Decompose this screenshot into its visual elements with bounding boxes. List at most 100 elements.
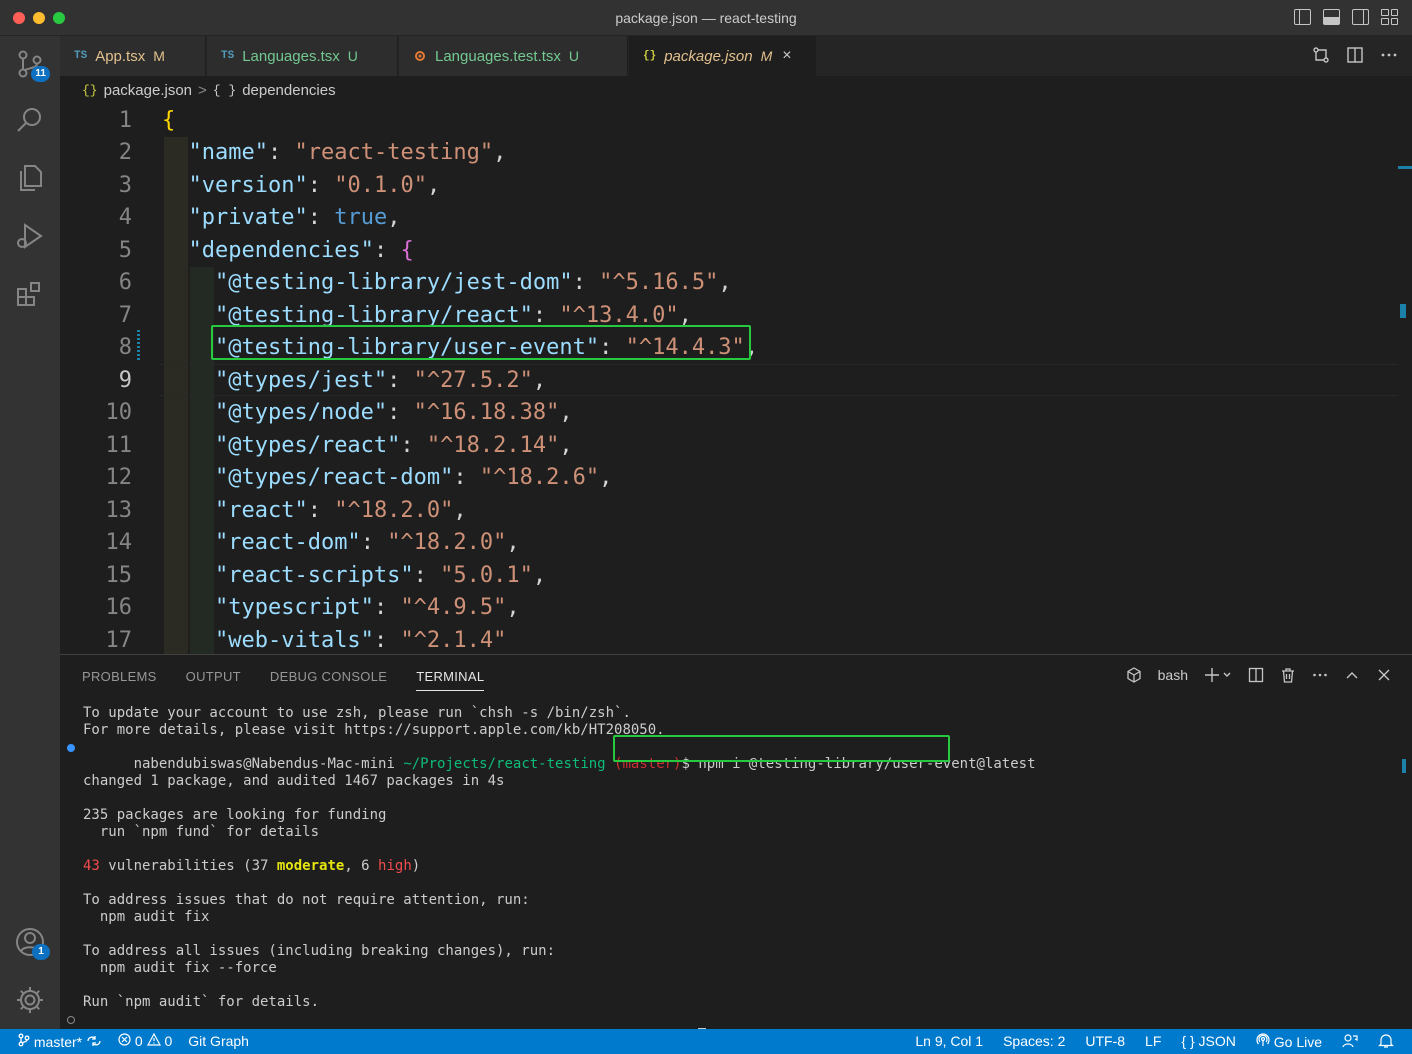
- scrollbar-marker: [1398, 166, 1412, 169]
- code-line[interactable]: 16 "typescript": "^4.9.5",: [60, 592, 1412, 625]
- tab-package-json[interactable]: {} package.json M ×: [629, 36, 816, 76]
- split-editor-icon[interactable]: [1346, 46, 1364, 64]
- end-of-line[interactable]: LF: [1145, 1033, 1161, 1050]
- manage-gear-icon[interactable]: [14, 984, 46, 1016]
- code-text: "web-vitals": "^2.1.4": [214, 627, 507, 653]
- scrollbar-marker: [1400, 304, 1406, 318]
- sync-icon[interactable]: [86, 1035, 102, 1047]
- terminal-line: changed 1 package, and audited 1467 pack…: [83, 773, 505, 789]
- line-number: 14: [105, 530, 133, 556]
- code-line[interactable]: 11 "@types/react": "^18.2.14",: [60, 429, 1412, 462]
- git-graph-item[interactable]: Git Graph: [188, 1033, 249, 1050]
- indentation[interactable]: Spaces: 2: [1003, 1033, 1065, 1050]
- test-file-gear-icon: [415, 51, 425, 61]
- tab-status: M: [153, 48, 165, 64]
- code-line[interactable]: 1{: [60, 104, 1412, 137]
- line-number: 2: [118, 140, 132, 166]
- tab-problems[interactable]: PROBLEMS: [82, 669, 157, 691]
- close-panel-icon[interactable]: [1376, 667, 1392, 683]
- terminal-line: To update your account to use zsh, pleas…: [83, 705, 631, 721]
- cursor-position[interactable]: Ln 9, Col 1: [915, 1033, 983, 1050]
- code-line[interactable]: 4 "private": true,: [60, 202, 1412, 235]
- code-line[interactable]: 10 "@types/node": "^16.18.38",: [60, 397, 1412, 430]
- customize-layout-icon[interactable]: [1381, 9, 1398, 25]
- accounts-icon[interactable]: 1: [14, 926, 50, 960]
- open-changes-icon[interactable]: [1312, 46, 1330, 64]
- tab-label: package.json: [664, 47, 753, 65]
- toggle-panel-icon[interactable]: [1323, 9, 1340, 25]
- code-text: "typescript": "^4.9.5",: [214, 595, 520, 621]
- code-line[interactable]: 14 "react-dom": "^18.2.0",: [60, 527, 1412, 560]
- toggle-primary-sidebar-icon[interactable]: [1294, 9, 1311, 25]
- search-icon[interactable]: [14, 104, 46, 136]
- split-terminal-icon[interactable]: [1248, 667, 1264, 683]
- tab-terminal[interactable]: TERMINAL: [416, 669, 485, 691]
- git-branch-item[interactable]: master*: [18, 1033, 102, 1050]
- maximize-panel-icon[interactable]: [1344, 667, 1360, 683]
- line-number: 15: [105, 562, 133, 588]
- extensions-icon[interactable]: [14, 278, 46, 310]
- code-line[interactable]: 6 "@testing-library/jest-dom": "^5.16.5"…: [60, 267, 1412, 300]
- line-number: 3: [118, 172, 132, 198]
- line-number: 16: [105, 595, 133, 621]
- braces-icon: { }: [1181, 1033, 1195, 1049]
- code-text: "dependencies": {: [188, 237, 414, 263]
- code-text: "@types/react": "^18.2.14",: [214, 432, 573, 458]
- line-number: 6: [118, 270, 132, 296]
- language-mode[interactable]: { } JSON: [1181, 1033, 1235, 1050]
- tab-languages-tsx[interactable]: TS Languages.tsx U: [207, 36, 398, 76]
- tab-debug-console[interactable]: DEBUG CONSOLE: [270, 669, 387, 691]
- error-icon: [118, 1033, 131, 1046]
- terminal-shell-label[interactable]: bash: [1158, 667, 1188, 683]
- source-control-icon[interactable]: 11: [14, 48, 50, 82]
- tab-languages-test-tsx[interactable]: Languages.test.tsx U: [399, 36, 628, 76]
- code-editor[interactable]: 1{2 "name": "react-testing", 3 "version":…: [60, 104, 1412, 654]
- run-debug-icon[interactable]: [14, 220, 46, 252]
- breadcrumb-file[interactable]: package.json: [104, 82, 192, 99]
- highlight-box-command: [613, 735, 950, 762]
- source-control-badge: 11: [31, 66, 50, 82]
- shell-cube-icon: [1126, 667, 1141, 683]
- object-symbol-icon: { }: [212, 82, 237, 98]
- problems-item[interactable]: 0 0: [118, 1032, 172, 1050]
- code-line[interactable]: 13 "react": "^18.2.0",: [60, 494, 1412, 527]
- toggle-secondary-sidebar-icon[interactable]: [1352, 9, 1369, 25]
- code-text: "@types/react-dom": "^18.2.6",: [214, 465, 613, 491]
- code-line[interactable]: 17 "web-vitals": "^2.1.4": [60, 624, 1412, 654]
- explorer-icon[interactable]: [14, 162, 46, 194]
- new-terminal-icon[interactable]: [1204, 667, 1232, 683]
- line-number: 7: [118, 302, 132, 328]
- terminal-line: run `npm fund` for details: [83, 824, 320, 840]
- code-line[interactable]: 15 "react-scripts": "5.0.1",: [60, 559, 1412, 592]
- go-live-button[interactable]: Go Live: [1256, 1033, 1322, 1050]
- close-tab-icon[interactable]: ×: [782, 47, 791, 65]
- code-text: "name": "react-testing",: [188, 140, 507, 166]
- warning-icon: [146, 1032, 161, 1046]
- terminal-vulnerabilities: 43 vulnerabilities (37 moderate, 6 high): [83, 858, 421, 874]
- encoding[interactable]: UTF-8: [1085, 1033, 1125, 1050]
- tab-status: M: [760, 48, 773, 64]
- line-number: 11: [105, 432, 133, 458]
- code-line[interactable]: 3 "version": "0.1.0",: [60, 169, 1412, 202]
- line-number: 17: [105, 627, 133, 653]
- tab-output[interactable]: OUTPUT: [186, 669, 241, 691]
- feedback-icon[interactable]: [1342, 1033, 1358, 1049]
- code-line[interactable]: 12 "@types/react-dom": "^18.2.6",: [60, 462, 1412, 495]
- command-success-dot[interactable]: [67, 744, 75, 752]
- line-number: 13: [105, 497, 133, 523]
- terminal-line: Run `npm audit` for details.: [83, 994, 320, 1010]
- tab-app-tsx[interactable]: TS App.tsx M: [60, 36, 206, 76]
- code-text: "@types/node": "^16.18.38",: [214, 400, 573, 426]
- json-file-icon: {}: [643, 50, 657, 62]
- tab-status: U: [568, 48, 580, 64]
- more-actions-icon[interactable]: [1380, 46, 1398, 64]
- more-actions-icon[interactable]: [1312, 667, 1328, 683]
- code-line[interactable]: 9 "@types/jest": "^27.5.2",: [60, 364, 1412, 397]
- line-number: 4: [118, 205, 132, 231]
- code-line[interactable]: 2 "name": "react-testing",: [60, 137, 1412, 170]
- code-text: "react-dom": "^18.2.0",: [214, 530, 520, 556]
- trash-icon[interactable]: [1280, 667, 1296, 683]
- breadcrumb-symbol[interactable]: dependencies: [242, 82, 335, 99]
- code-line[interactable]: 5 "dependencies": {: [60, 234, 1412, 267]
- notifications-bell-icon[interactable]: [1378, 1033, 1394, 1049]
